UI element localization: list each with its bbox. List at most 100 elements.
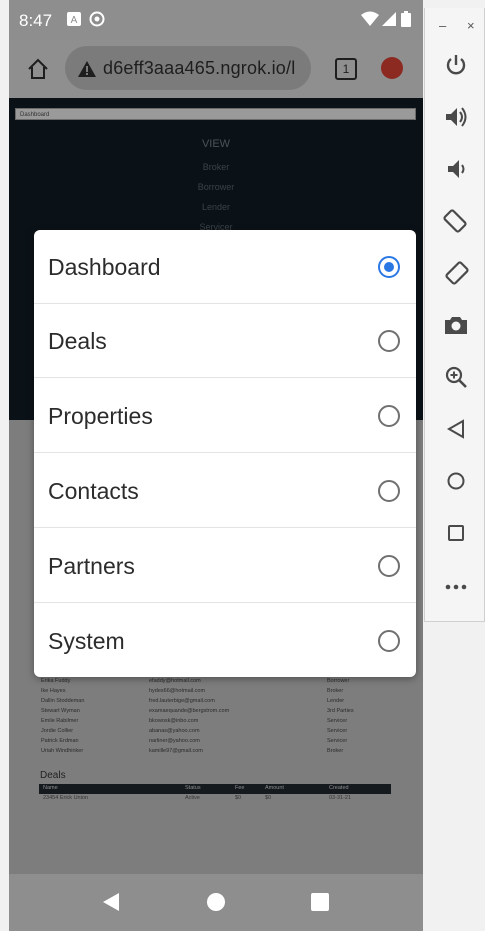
zoom-icon[interactable]: [443, 364, 469, 390]
overview-icon[interactable]: [443, 520, 469, 546]
contact-role: Broker: [327, 748, 344, 754]
camera-icon[interactable]: [443, 312, 469, 338]
contact-role: Borrower: [327, 678, 350, 684]
browser-menu-update-icon[interactable]: [381, 57, 403, 79]
overview-icon[interactable]: [310, 892, 330, 912]
not-secure-warning-icon[interactable]: [77, 60, 97, 78]
table-row: Erika Fuddy efaddy@hotmail.com Borrower: [39, 678, 391, 688]
contact-name: Jordie Collier: [41, 728, 74, 734]
rotate-left-icon[interactable]: [443, 208, 469, 234]
contact-role: Servicer: [327, 718, 348, 724]
radio-icon[interactable]: [378, 480, 400, 502]
nav-link-broker[interactable]: Broker: [9, 162, 423, 172]
option-label: Properties: [48, 403, 153, 429]
option-system[interactable]: System: [34, 604, 416, 678]
phone-screen: 8:47 A d6eff3aaa465.ngrok.io/l 1 Dashboa…: [9, 0, 423, 931]
emulator-toolbar: – ×: [424, 8, 485, 622]
deals-heading: Deals: [40, 770, 66, 781]
option-label: Partners: [48, 553, 135, 579]
url-text: d6eff3aaa465.ngrok.io/l: [103, 58, 296, 78]
more-icon[interactable]: [443, 574, 469, 600]
contact-email: hydes66@hotmail.com: [149, 688, 206, 694]
page-select[interactable]: Dashboard: [15, 108, 416, 120]
rotate-right-icon[interactable]: [443, 260, 469, 286]
home-icon[interactable]: [206, 892, 226, 912]
option-label: Dashboard: [48, 254, 161, 280]
option-properties[interactable]: Properties: [34, 379, 416, 453]
deal-name: 23454 Erick Union: [43, 795, 88, 801]
browser-toolbar: d6eff3aaa465.ngrok.io/l 1: [9, 40, 423, 98]
contact-name: Stewart Wyman: [41, 708, 80, 714]
contact-email: fred.lauterbige@gmail.com: [149, 698, 215, 704]
deal-fee: $0: [235, 795, 242, 801]
table-row: Patrick Erdman narliner@yahoo.com Servicer: [39, 738, 391, 748]
tab-switcher-button[interactable]: 1: [335, 58, 357, 80]
select-dialog: Dashboard Deals Properties Contacts Part…: [34, 230, 416, 677]
column-header: Fee: [235, 785, 245, 791]
contact-email: examaequande@bergstrom.com: [149, 708, 230, 714]
option-label: Contacts: [48, 478, 139, 504]
contact-role: Broker: [327, 688, 344, 694]
close-button[interactable]: ×: [467, 18, 475, 33]
status-time: 8:47: [19, 11, 53, 30]
volume-up-icon[interactable]: [443, 104, 469, 130]
android-nav-bar: [9, 874, 423, 931]
radio-icon[interactable]: [378, 330, 400, 352]
contact-email: narliner@yahoo.com: [149, 738, 200, 744]
nav-view-heading: VIEW: [201, 138, 231, 150]
contact-name: Uriah Windhinker: [41, 748, 84, 754]
battery-icon: [401, 11, 411, 27]
contacts-table: Erika Fuddy efaddy@hotmail.com Borrower Ik…: [39, 678, 391, 758]
option-deals[interactable]: Deals: [34, 304, 416, 378]
status-bar: 8:47 A: [9, 0, 423, 40]
home-icon[interactable]: [27, 58, 49, 80]
svg-text:A: A: [71, 15, 78, 26]
table-row[interactable]: 23454 Erick Union Active $0 $0 03-31-21: [39, 794, 391, 804]
table-row: Uriah Windhinker kamille97@gmail.com Broke…: [39, 748, 391, 758]
radio-icon[interactable]: [378, 405, 400, 427]
deal-created: 03-31-21: [329, 795, 352, 801]
minimize-button[interactable]: –: [439, 18, 446, 33]
notification-a-icon: A: [67, 12, 81, 26]
contact-role: Servicer: [327, 738, 348, 744]
contact-email: efaddy@hotmail.com: [149, 678, 201, 684]
contact-name: Patrick Erdman: [41, 738, 79, 744]
table-row: Emile Rabilmer bkowosk@inbo.com Servicer: [39, 718, 391, 728]
contact-name: Erika Fuddy: [41, 678, 71, 684]
contact-email: kamille97@gmail.com: [149, 748, 203, 754]
column-header: Status: [185, 785, 201, 791]
sync-icon: [89, 11, 105, 27]
volume-down-icon[interactable]: [443, 156, 469, 182]
back-icon[interactable]: [101, 892, 121, 912]
deals-header-row: Name Status Fee Amount Created: [39, 784, 391, 794]
deal-status: Active: [185, 795, 200, 801]
contact-role: Servicer: [327, 728, 348, 734]
deal-amount: $0: [265, 795, 272, 801]
contact-name: Dallin Stoddeman: [41, 698, 85, 704]
url-field[interactable]: d6eff3aaa465.ngrok.io/l: [65, 46, 311, 90]
nav-link-lender[interactable]: Lender: [9, 202, 423, 212]
contact-email: bkowosk@inbo.com: [149, 718, 199, 724]
table-row: Jordie Collier abanas@yahoo.com Servicer: [39, 728, 391, 738]
signal-icon: [382, 12, 396, 26]
home-icon[interactable]: [443, 468, 469, 494]
radio-icon[interactable]: [378, 555, 400, 577]
nav-link-borrower[interactable]: Borrower: [9, 182, 423, 192]
contact-name: Emile Rabilmer: [41, 718, 79, 724]
option-contacts[interactable]: Contacts: [34, 454, 416, 528]
radio-selected-icon[interactable]: [378, 256, 400, 278]
contact-role: Lender: [327, 698, 345, 704]
option-partners[interactable]: Partners: [34, 529, 416, 603]
power-icon[interactable]: [443, 52, 469, 78]
option-label: System: [48, 628, 125, 654]
table-row: Ike Hayes hydes66@hotmail.com Broker: [39, 688, 391, 698]
wifi-icon: [361, 11, 379, 26]
option-dashboard[interactable]: Dashboard: [34, 230, 416, 304]
column-header: Amount: [265, 785, 284, 791]
deals-table: Name Status Fee Amount Created 23454 Eri…: [39, 784, 391, 804]
option-label: Deals: [48, 328, 107, 354]
radio-icon[interactable]: [378, 630, 400, 652]
back-icon[interactable]: [443, 416, 469, 442]
contact-name: Ike Hayes: [41, 688, 66, 694]
column-header: Name: [43, 785, 58, 791]
